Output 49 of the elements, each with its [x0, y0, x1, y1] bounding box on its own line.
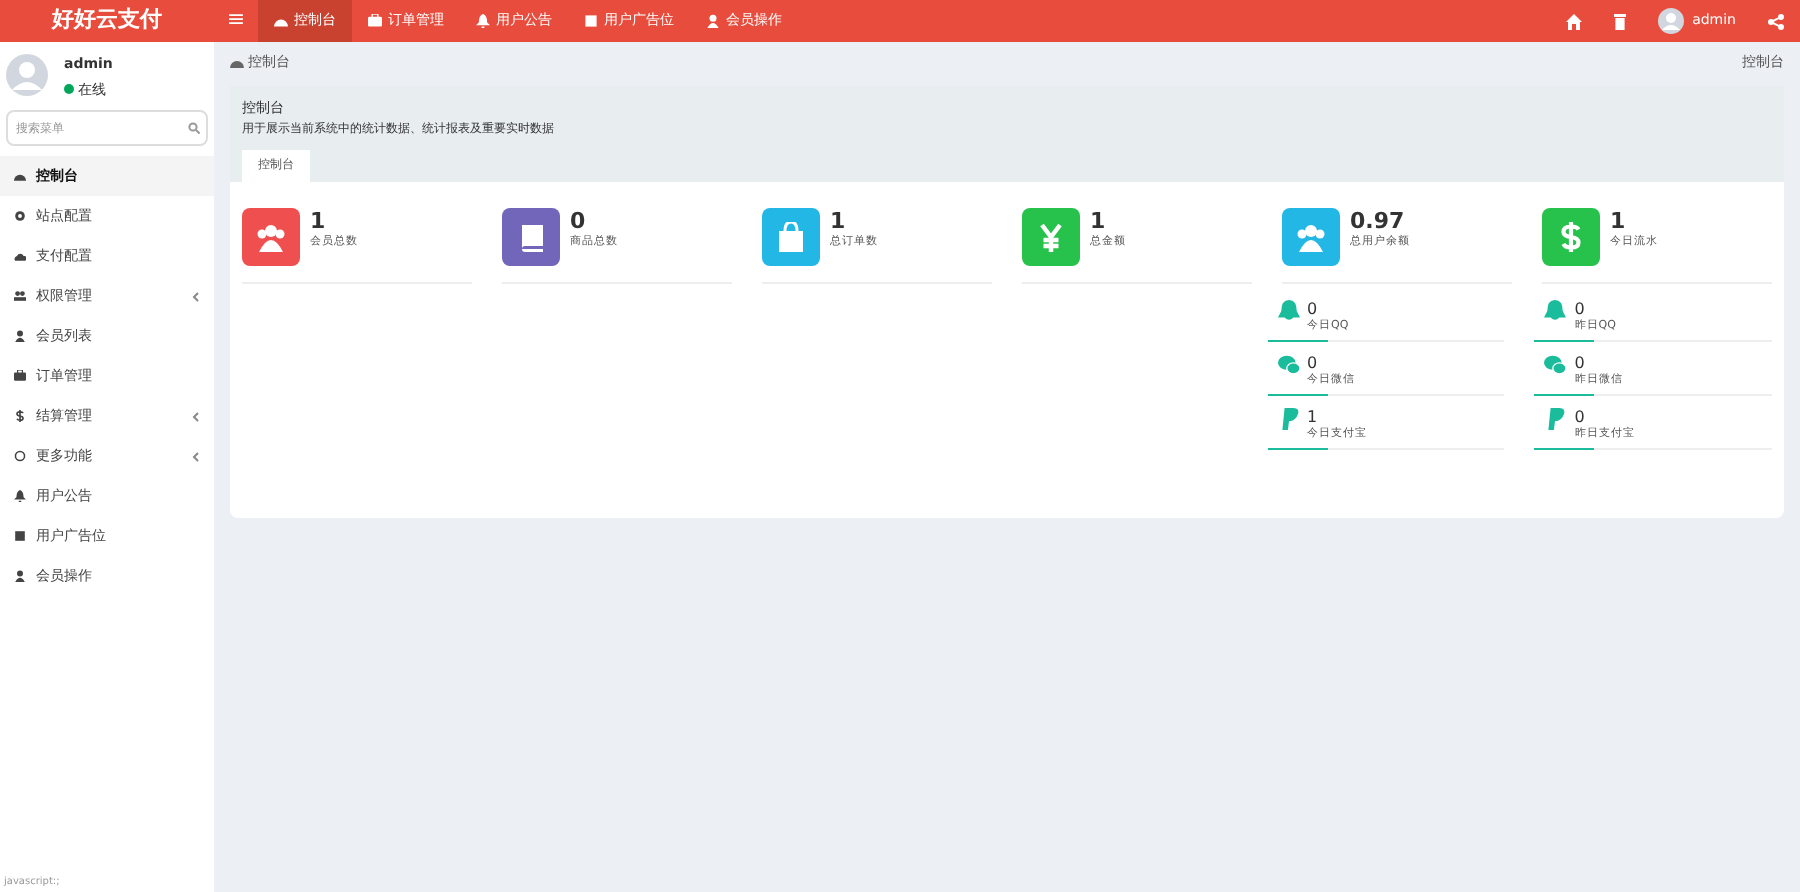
briefcase-icon	[14, 370, 26, 382]
penguin-icon	[1277, 299, 1299, 321]
payment-p-icon	[1544, 407, 1567, 429]
stat-value: 1	[830, 207, 848, 233]
stat-value: 0	[1574, 353, 1587, 371]
dashboard-icon	[230, 56, 244, 68]
stat-value: 1	[310, 207, 328, 233]
penguin-icon	[1544, 299, 1567, 321]
stat-value: 1	[1090, 207, 1108, 233]
dollar-icon	[14, 410, 26, 422]
avatar-icon[interactable]	[1658, 8, 1685, 34]
yen-icon	[1036, 221, 1066, 251]
briefcase-icon	[368, 14, 382, 28]
home-icon[interactable]	[1566, 13, 1583, 29]
square-icon	[14, 530, 26, 542]
square-icon	[584, 14, 598, 28]
avatar-icon	[6, 54, 48, 96]
bell-icon	[14, 490, 26, 502]
chat-bubbles-icon	[1544, 353, 1567, 375]
group-icon	[14, 290, 26, 302]
dashboard-icon	[14, 170, 26, 182]
stat-value: 0	[1574, 299, 1587, 317]
share-icon[interactable]	[1768, 13, 1784, 29]
menu-button[interactable]: ≡	[214, 0, 258, 42]
payment-p-icon	[1277, 407, 1299, 429]
user-icon	[706, 14, 720, 28]
search-icon[interactable]	[188, 122, 200, 134]
stat-value: 0	[1307, 353, 1320, 371]
shopping-bag-icon	[776, 221, 806, 251]
stat-value: 0.97	[1350, 207, 1407, 233]
stat-value: 1	[1610, 207, 1628, 233]
logo[interactable]: 好好云支付	[0, 0, 214, 42]
cloud-icon	[14, 250, 26, 262]
user-icon	[14, 570, 26, 582]
settings-icon	[14, 210, 26, 222]
book-icon	[516, 221, 546, 251]
stat-value: 0	[1574, 407, 1587, 425]
user-icon	[14, 330, 26, 342]
stat-value: 0	[1307, 299, 1320, 317]
dollar-icon	[1556, 221, 1586, 251]
dashboard-icon	[274, 14, 288, 28]
chat-bubbles-icon	[1277, 353, 1299, 375]
trash-icon[interactable]	[1614, 13, 1627, 29]
stat-value: 0	[570, 207, 588, 233]
bell-icon	[476, 14, 490, 28]
users-icon	[256, 221, 286, 251]
stat-value: 1	[1307, 407, 1320, 425]
users-icon	[1296, 221, 1326, 251]
circle-icon	[14, 450, 26, 462]
